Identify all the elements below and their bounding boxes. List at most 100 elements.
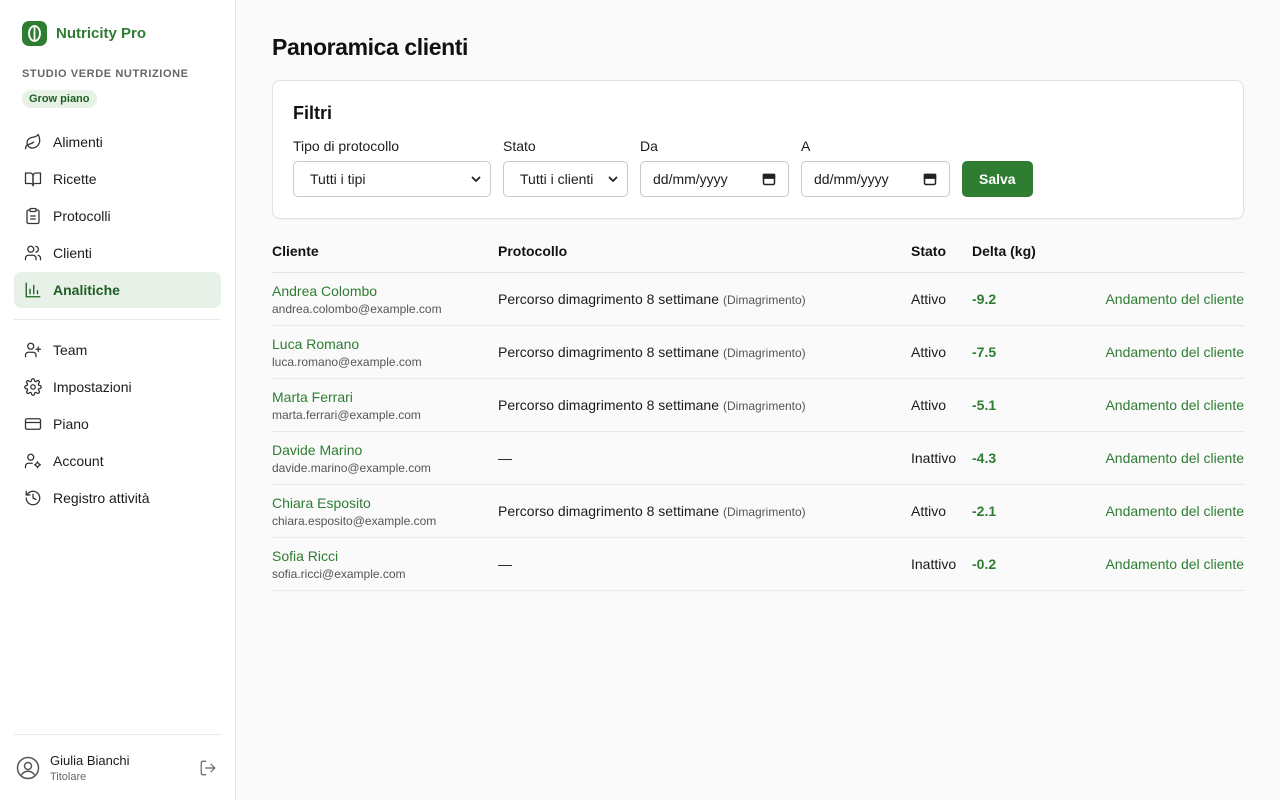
header-client: Cliente	[272, 243, 319, 259]
filters-row: Tipo di protocollo Tutti i tipi Stato Tu…	[293, 138, 1223, 197]
app-root: Nutricity Pro STUDIO VERDE NUTRIZIONE Gr…	[0, 0, 1280, 800]
user-cog-icon	[24, 453, 42, 469]
main-content: Panoramica clienti Filtri Tipo di protoc…	[236, 0, 1280, 800]
nav-item-ricette[interactable]: Ricette	[14, 161, 221, 197]
user-role: Titolare	[50, 770, 87, 783]
nav-label: Clienti	[53, 245, 92, 261]
client-trend-link[interactable]: Andamento del cliente	[1105, 450, 1244, 466]
client-trend-link[interactable]: Andamento del cliente	[1105, 291, 1244, 307]
avatar-icon[interactable]	[16, 756, 40, 780]
logout-icon[interactable]	[199, 759, 217, 777]
table-row: Davide Marino davide.marino@example.com —…	[272, 432, 1244, 485]
brand[interactable]: Nutricity Pro	[14, 18, 221, 48]
nav-item-account[interactable]: Account	[14, 443, 221, 479]
protocol-select-value: Tutti i tipi	[310, 171, 366, 187]
user-plus-icon	[24, 342, 42, 358]
protocol-select[interactable]: Tutti i tipi	[293, 161, 491, 197]
nav-item-alimenti[interactable]: Alimenti	[14, 124, 221, 160]
user-box: Giulia Bianchi Titolare	[14, 734, 221, 800]
protocol-type: (Dimagrimento)	[723, 293, 806, 307]
protocol-label: Tipo di protocollo	[293, 138, 400, 154]
chevron-down-icon	[608, 176, 618, 182]
nav-item-piano[interactable]: Piano	[14, 406, 221, 442]
protocol-type: (Dimagrimento)	[723, 399, 806, 413]
protocol-type: (Dimagrimento)	[723, 505, 806, 519]
nav-item-analitiche[interactable]: Analitiche	[14, 272, 221, 308]
header-delta: Delta (kg)	[972, 243, 1036, 259]
client-email: andrea.colombo@example.com	[272, 301, 442, 316]
to-date-placeholder: dd/mm/yyyy	[814, 171, 889, 187]
client-name-link[interactable]: Chiara Esposito	[272, 495, 498, 511]
save-button[interactable]: Salva	[962, 161, 1033, 197]
client-trend-link[interactable]: Andamento del cliente	[1105, 397, 1244, 413]
nav-item-team[interactable]: Team	[14, 332, 221, 368]
client-email: davide.marino@example.com	[272, 460, 431, 475]
protocol-name: Percorso dimagrimento 8 settimane	[498, 291, 719, 307]
weight-delta: -9.2	[972, 291, 997, 307]
brand-name: Nutricity Pro	[56, 24, 147, 42]
clients-table: Cliente Protocollo Stato Delta (kg) Andr…	[272, 243, 1244, 591]
nav-label: Impostazioni	[53, 379, 132, 395]
table-row: Luca Romano luca.romano@example.com Perco…	[272, 326, 1244, 379]
client-name-link[interactable]: Marta Ferrari	[272, 389, 498, 405]
weight-delta: -5.1	[972, 397, 997, 413]
protocol-name: Percorso dimagrimento 8 settimane	[498, 397, 719, 413]
clipboard-icon	[26, 207, 40, 225]
to-date-label: A	[801, 138, 811, 154]
nav-label: Registro attività	[53, 490, 150, 506]
weight-delta: -2.1	[972, 503, 997, 519]
client-state: Attivo	[911, 503, 947, 519]
from-date-field: Da dd/mm/yyyy	[640, 138, 789, 197]
client-state: Inattivo	[911, 556, 957, 572]
table-row: Marta Ferrari marta.ferrari@example.com P…	[272, 379, 1244, 432]
weight-delta: -0.2	[972, 556, 997, 572]
nav-item-impostazioni[interactable]: Impostazioni	[14, 369, 221, 405]
from-date-placeholder: dd/mm/yyyy	[653, 171, 728, 187]
book-icon	[24, 172, 42, 187]
nav-label: Account	[53, 453, 104, 469]
client-email: sofia.ricci@example.com	[272, 566, 406, 581]
client-name-link[interactable]: Davide Marino	[272, 442, 498, 458]
client-trend-link[interactable]: Andamento del cliente	[1105, 503, 1244, 519]
nav-item-protocolli[interactable]: Protocolli	[14, 198, 221, 234]
client-trend-link[interactable]: Andamento del cliente	[1105, 344, 1244, 360]
from-date-input[interactable]: dd/mm/yyyy	[640, 161, 789, 197]
protocol-name: —	[498, 556, 512, 572]
to-date-input[interactable]: dd/mm/yyyy	[801, 161, 950, 197]
nav-secondary: Team Impostazioni Piano Account Registro…	[14, 332, 221, 516]
nav-label: Alimenti	[53, 134, 103, 150]
leaf-icon	[24, 133, 41, 150]
client-name-link[interactable]: Luca Romano	[272, 336, 498, 352]
state-select[interactable]: Tutti i clienti	[503, 161, 628, 197]
table-row: Andrea Colombo andrea.colombo@example.com…	[272, 273, 1244, 326]
client-state: Attivo	[911, 397, 947, 413]
nav-divider	[14, 319, 221, 320]
table-header: Cliente Protocollo Stato Delta (kg)	[272, 243, 1244, 273]
filters-title: Filtri	[293, 103, 332, 123]
header-state: Stato	[911, 243, 946, 259]
table-row: Sofia Ricci sofia.ricci@example.com — Ina…	[272, 538, 1244, 591]
client-name-link[interactable]: Andrea Colombo	[272, 283, 498, 299]
plan-badge: Grow piano	[22, 90, 97, 108]
user-text: Giulia Bianchi Titolare	[50, 753, 189, 783]
client-name-link[interactable]: Sofia Ricci	[272, 548, 498, 564]
weight-delta: -4.3	[972, 450, 997, 466]
client-email: marta.ferrari@example.com	[272, 407, 421, 422]
calendar-icon[interactable]	[923, 172, 937, 186]
sidebar: Nutricity Pro STUDIO VERDE NUTRIZIONE Gr…	[0, 0, 236, 800]
page-title: Panoramica clienti	[272, 34, 469, 60]
nav-label: Analitiche	[53, 282, 120, 298]
nav-item-registro-attivita[interactable]: Registro attività	[14, 480, 221, 516]
calendar-icon[interactable]	[762, 172, 776, 186]
client-trend-link[interactable]: Andamento del cliente	[1105, 556, 1244, 572]
client-state: Attivo	[911, 291, 947, 307]
client-state: Inattivo	[911, 450, 957, 466]
protocol-name: —	[498, 450, 512, 466]
from-date-label: Da	[640, 138, 658, 154]
nav-label: Team	[53, 342, 88, 358]
nav-item-clienti[interactable]: Clienti	[14, 235, 221, 271]
nav-label: Protocolli	[53, 208, 111, 224]
to-date-field: A dd/mm/yyyy	[801, 138, 950, 197]
history-icon	[25, 490, 41, 506]
